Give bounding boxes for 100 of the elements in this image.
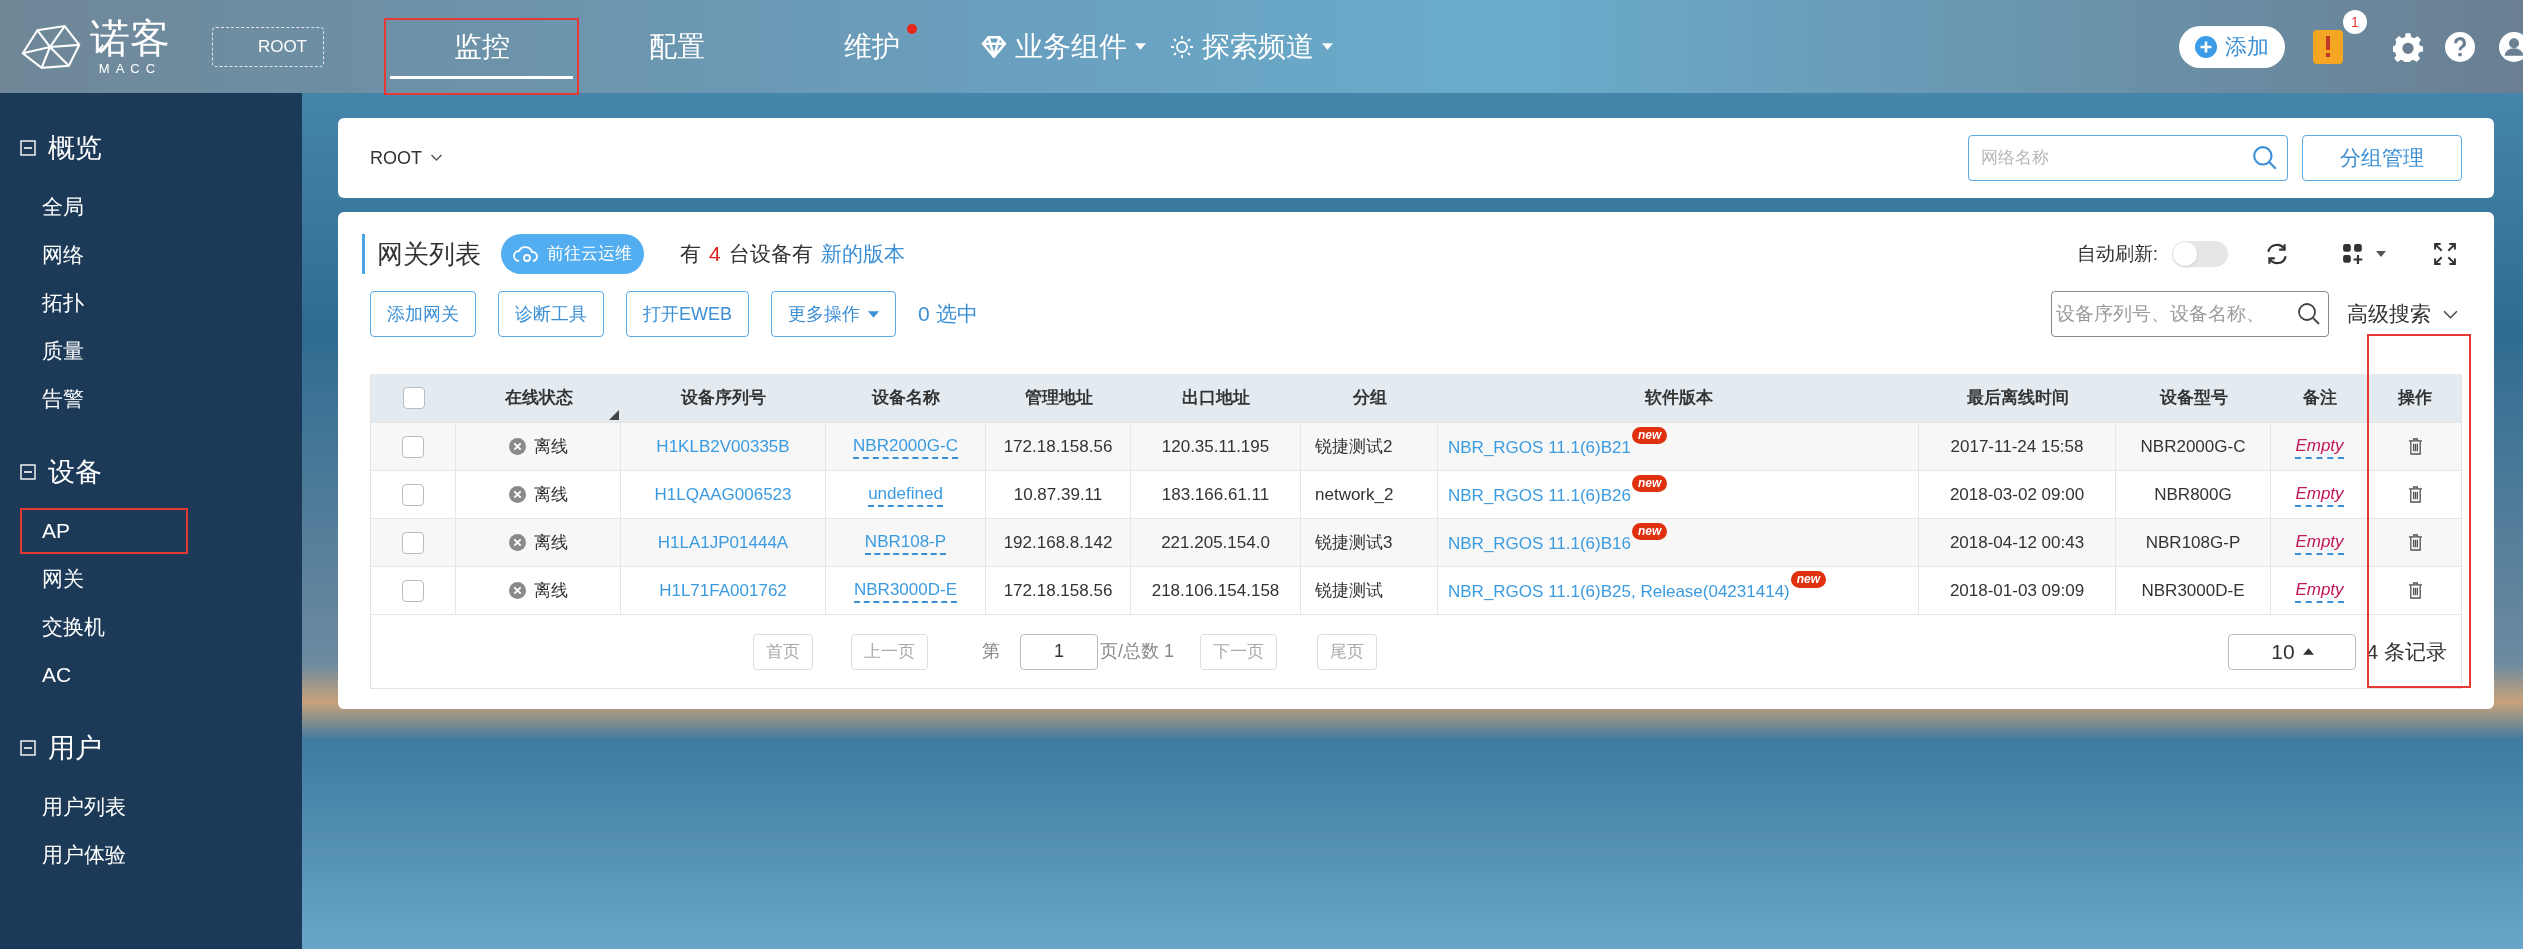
action-button[interactable]: 添加网关 [370,291,476,337]
sidebar-item[interactable]: AP [0,507,302,555]
version-link[interactable]: NBR_RGOS 11.1(6)B26 [1448,483,1631,509]
column-header[interactable]: 软件版本 [1438,374,1919,422]
column-header[interactable]: 最后离线时间 [1919,374,2116,422]
row-checkbox[interactable] [402,483,424,506]
device-name-link[interactable]: NBR108-P [864,530,947,555]
version-link[interactable]: NBR_RGOS 11.1(6)B25, Release(04231414) [1448,579,1790,605]
sidebar-section[interactable]: 用户 [0,713,302,783]
serial-link[interactable]: H1L71FA001762 [659,577,787,604]
collapse-icon [20,740,36,756]
caret-icon [1135,43,1146,50]
group-manage-button[interactable]: 分组管理 [2302,135,2462,181]
page-size-dropdown[interactable]: 10 [2228,633,2357,670]
device-name-link[interactable]: NBR3000D-E [854,578,957,603]
offline-icon [508,438,526,455]
action-button[interactable]: 诊断工具 [498,291,604,337]
sidebar-item[interactable]: 质量 [0,327,302,375]
table-cell-text: 锐捷测试 [1315,579,1383,602]
settings-icon[interactable] [2393,31,2423,62]
search-icon [2252,145,2278,171]
nav-tab[interactable]: 业务组件 [969,0,1158,93]
delete-icon[interactable] [2407,582,2423,599]
sidebar-item[interactable]: 网络 [0,231,302,279]
new-version-link[interactable]: 新的版本 [820,238,905,270]
delete-icon[interactable] [2407,486,2423,503]
table-cell-text: 120.35.11.195 [1161,435,1270,458]
column-header[interactable]: 出口地址 [1131,374,1301,422]
sidebar-item[interactable]: 网关 [0,555,302,603]
status-text: 离线 [533,483,568,506]
add-button[interactable]: 添加 [2179,25,2285,68]
table-cell-text: 锐捷测试2 [1315,435,1393,458]
table-cell-text: 10.87.39.11 [1013,483,1103,506]
sort-icon[interactable] [609,410,619,420]
network-search-field[interactable]: 网络名称 [1968,135,2288,181]
delete-icon[interactable] [2407,438,2423,455]
device-name-link[interactable]: undefined [868,482,943,507]
note-link[interactable]: Empty [2295,530,2344,555]
note-link[interactable]: Empty [2295,434,2344,459]
advanced-search-button[interactable]: 高级搜索 [2347,298,2458,330]
help-icon[interactable] [2445,31,2475,62]
device-name-link[interactable]: NBR2000G-C [853,434,958,459]
auto-refresh-label: 自动刷新: [2076,241,2158,266]
offline-icon [508,486,526,503]
version-link[interactable]: NBR_RGOS 11.1(6)B16 [1448,531,1631,557]
scope-dropdown[interactable]: ROOT [370,144,443,172]
sidebar-section[interactable]: 设备 [0,437,302,507]
column-header[interactable]: 分组 [1301,374,1438,422]
column-header[interactable]: 操作 [2369,374,2461,422]
column-header[interactable]: 在线状态 [456,374,621,422]
serial-link[interactable]: H1LA1JP01444A [657,529,789,556]
logo-text: 诺客 [90,18,170,58]
fullscreen-icon[interactable] [2434,243,2456,265]
page-number-field[interactable]: 1 [1020,633,1098,670]
column-header[interactable]: 设备序列号 [621,374,826,422]
sidebar-item[interactable]: 告警 [0,375,302,423]
column-header[interactable]: 设备型号 [2116,374,2271,422]
delete-icon[interactable] [2407,534,2423,551]
selected-count: 0 选中 [918,301,978,328]
action-button[interactable]: 更多操作 [771,291,896,337]
row-checkbox[interactable] [402,531,424,554]
new-badge: new [1632,523,1668,540]
sidebar-item[interactable]: AC [0,651,302,699]
table-cell-text: 192.168.8.142 [1003,531,1113,554]
serial-link[interactable]: H1LQAAG006523 [654,481,792,508]
sidebar-item[interactable]: 全局 [0,183,302,231]
nav-tab[interactable]: 配置 [579,0,774,93]
sidebar-item[interactable]: 用户体验 [0,831,302,879]
column-header[interactable]: 管理地址 [986,374,1131,422]
alert-button[interactable] [2313,29,2343,64]
table-cell-text: 183.166.61.11 [1161,483,1270,506]
refresh-icon[interactable] [2264,241,2290,267]
column-header[interactable]: 设备名称 [826,374,986,422]
search-icon [2297,302,2321,326]
device-search-field[interactable]: 设备序列号、设备名称、 [2051,291,2329,337]
note-link[interactable]: Empty [2295,482,2344,507]
sidebar-item[interactable]: 拓扑 [0,279,302,327]
offline-icon [508,582,526,599]
caret-up-icon [2302,648,2314,655]
column-settings-button[interactable] [2342,243,2386,265]
serial-link[interactable]: H1KLB2V00335B [656,433,790,460]
nav-tab[interactable]: 维护 [774,0,969,93]
nav-tab[interactable]: 监控 [384,0,579,93]
note-link[interactable]: Empty [2295,578,2344,603]
version-link[interactable]: NBR_RGOS 11.1(6)B21 [1448,435,1631,461]
table-cell-text: 2018-04-12 00:43 [1949,531,2085,554]
user-icon[interactable] [2499,31,2523,62]
column-header[interactable]: 备注 [2271,374,2369,422]
action-button[interactable]: 打开EWEB [626,291,749,337]
notice-text: 有 [680,241,701,268]
collapse-icon [20,464,36,480]
select-all-checkbox[interactable] [402,387,425,409]
row-checkbox[interactable] [402,579,424,602]
panel-title: 网关列表 [362,234,481,274]
auto-refresh-toggle[interactable] [2172,241,2228,267]
sidebar-section[interactable]: 概览 [0,113,302,183]
root-button[interactable]: ROOT [212,26,324,67]
sidebar-item[interactable]: 用户列表 [0,783,302,831]
row-checkbox[interactable] [402,435,424,458]
sidebar-item[interactable]: 交换机 [0,603,302,651]
